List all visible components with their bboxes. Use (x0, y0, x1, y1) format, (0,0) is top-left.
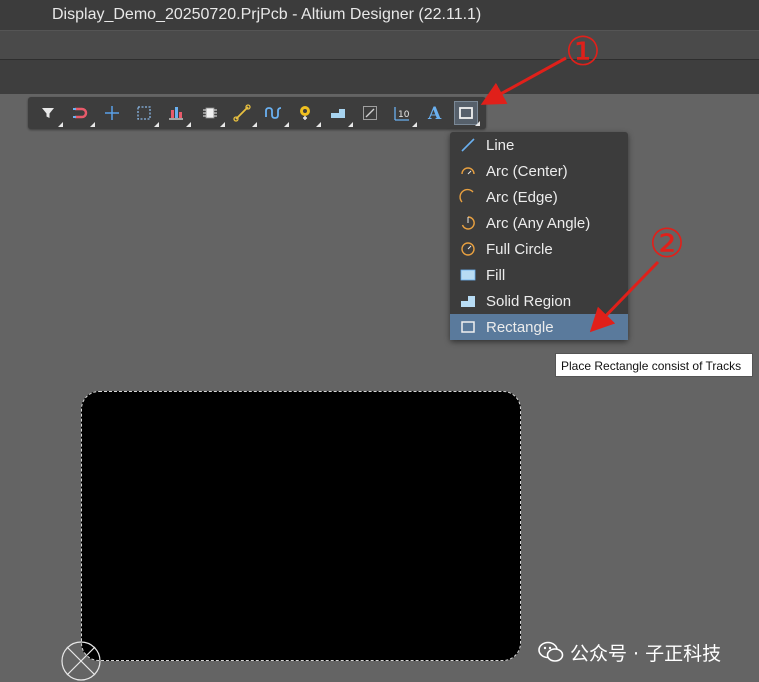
filter-icon (42, 108, 54, 118)
align-button[interactable] (164, 101, 191, 127)
text-string-icon: A (427, 104, 442, 122)
via-pad-button[interactable] (294, 101, 321, 127)
pcb-board-outline[interactable] (81, 391, 521, 661)
text-string-button[interactable]: A (422, 101, 446, 125)
menu-item-label: Arc (Center) (486, 162, 568, 180)
arc-edge-icon (459, 188, 474, 203)
watermark-text: 公众号 · 子正科技 (570, 642, 722, 665)
polygon-pour-button[interactable] (326, 101, 353, 127)
annotation-marker-2: ② (649, 221, 685, 267)
interactive-routing-magnet-button[interactable] (68, 101, 95, 127)
rectangle-icon (461, 321, 475, 333)
arc-any-angle-icon (461, 216, 475, 230)
cross-select-icon (105, 106, 119, 120)
menu-item-rectangle[interactable]: Rectangle (450, 314, 628, 340)
dimension-icon (363, 106, 377, 120)
polygon-pour-icon (331, 109, 345, 118)
wechat-icon (538, 641, 564, 662)
dimension-button[interactable] (358, 101, 382, 125)
menu-item-label: Rectangle (486, 318, 554, 336)
line-icon (461, 138, 475, 152)
watermark: 公众号 · 子正科技 (538, 638, 721, 666)
full-circle-icon (461, 242, 475, 256)
fill-icon (460, 269, 476, 281)
menu-item-fill[interactable]: Fill (450, 262, 628, 288)
active-bar-toolbar: 10 A (28, 97, 486, 129)
rectangle-tooltip: Place Rectangle consist of Tracks (555, 353, 753, 377)
cross-select-button[interactable] (100, 101, 124, 125)
interactive-routing-magnet-icon (73, 107, 88, 119)
annotation-marker-1: ① (565, 29, 601, 75)
menu-item-arc-center[interactable]: Arc (Center) (450, 158, 628, 184)
menu-item-label: Arc (Edge) (486, 188, 558, 206)
length-tuning-icon (265, 107, 282, 119)
interactive-routing-icon (233, 104, 251, 122)
menu-item-label: Full Circle (486, 240, 553, 258)
select-area-button[interactable] (132, 101, 159, 127)
string-coordinate-icon: 10 (394, 107, 410, 121)
solid-region-icon (461, 296, 475, 307)
string-coordinate-button[interactable]: 10 (390, 101, 417, 127)
document-tab-bar (0, 59, 759, 94)
rectangle-tool-button[interactable] (454, 101, 480, 126)
menu-item-label: Arc (Any Angle) (486, 214, 591, 232)
component-button[interactable] (198, 101, 225, 127)
origin-marker-icon (61, 641, 101, 681)
menu-item-label: Fill (486, 266, 506, 284)
menu-item-line[interactable]: Line (450, 132, 628, 158)
via-pad-icon (300, 106, 310, 120)
menu-item-label: Line (486, 136, 515, 154)
window-title: Display_Demo_20250720.PrjPcb - Altium De… (52, 6, 482, 23)
svg-text:10: 10 (398, 110, 410, 120)
interactive-routing-button[interactable] (230, 101, 257, 127)
align-icon (169, 107, 183, 120)
menu-bar (0, 30, 759, 59)
menu-item-arc-any-angle[interactable]: Arc (Any Angle) (450, 210, 628, 236)
filter-button[interactable] (36, 101, 63, 127)
menu-item-solid-region[interactable]: Solid Region (450, 288, 628, 314)
arc-center-icon (461, 167, 475, 175)
component-icon (203, 107, 217, 119)
svg-text:A: A (427, 104, 442, 122)
select-area-icon (137, 106, 151, 120)
title-bar: Display_Demo_20250720.PrjPcb - Altium De… (0, 0, 759, 30)
drawing-tools-dropdown-menu: Line Arc (Center) Arc (Edge) Arc (Any An… (450, 132, 628, 340)
rectangle-tool-icon (459, 107, 473, 119)
menu-item-arc-edge[interactable]: Arc (Edge) (450, 184, 628, 210)
menu-item-label: Solid Region (486, 292, 572, 310)
menu-item-full-circle[interactable]: Full Circle (450, 236, 628, 262)
length-tuning-button[interactable] (262, 101, 289, 127)
